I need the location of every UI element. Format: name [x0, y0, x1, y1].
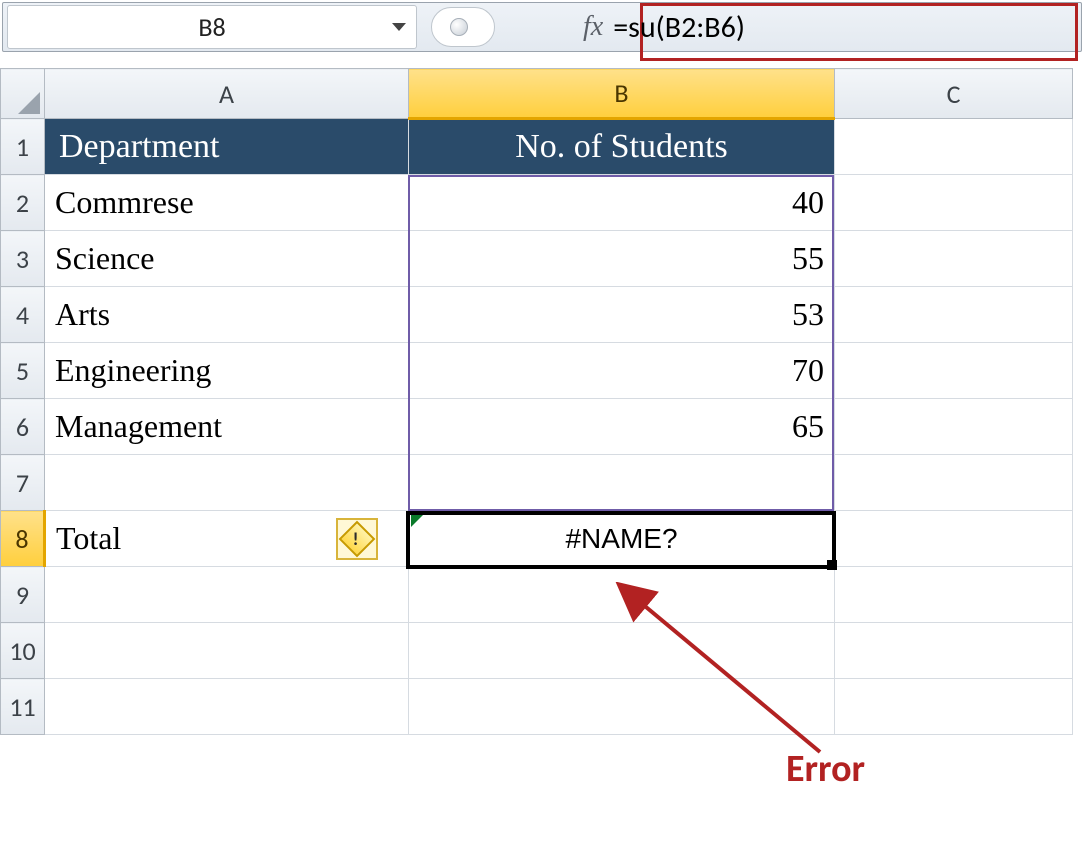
cell-B8[interactable]: #NAME?	[409, 511, 835, 567]
cell-C3[interactable]	[835, 231, 1073, 287]
cell-A1[interactable]: Department	[45, 119, 409, 175]
cell-A7[interactable]	[45, 455, 409, 511]
cell-C8[interactable]	[835, 511, 1073, 567]
cell-C1[interactable]	[835, 119, 1073, 175]
cell-B5[interactable]: 70	[409, 343, 835, 399]
cell-C9[interactable]	[835, 567, 1073, 623]
chevron-down-icon[interactable]	[392, 23, 406, 31]
formula-bar-buttons	[431, 7, 495, 47]
cell-C7[interactable]	[835, 455, 1073, 511]
cell-C2[interactable]	[835, 175, 1073, 231]
cell-A3[interactable]: Science	[45, 231, 409, 287]
row-header-10[interactable]: 10	[1, 623, 45, 679]
cell-C6[interactable]	[835, 399, 1073, 455]
fx-icon[interactable]: fx	[583, 11, 603, 43]
cell-B3[interactable]: 55	[409, 231, 835, 287]
cell-C10[interactable]	[835, 623, 1073, 679]
row-header-2[interactable]: 2	[1, 175, 45, 231]
cell-A2[interactable]: Commrese	[45, 175, 409, 231]
cell-C4[interactable]	[835, 287, 1073, 343]
spreadsheet-grid: A B C 1 Department No. of Students 2 Com…	[0, 68, 1084, 735]
insert-function-icon[interactable]	[450, 18, 468, 36]
cell-A9[interactable]	[45, 567, 409, 623]
cell-B1[interactable]: No. of Students	[409, 119, 835, 175]
cell-C5[interactable]	[835, 343, 1073, 399]
cell-A11[interactable]	[45, 679, 409, 735]
row-header-8[interactable]: 8	[1, 511, 45, 567]
cell-B9[interactable]	[409, 567, 835, 623]
cell-A6[interactable]: Management	[45, 399, 409, 455]
formula-input[interactable]: =su(B2:B6)	[603, 5, 1081, 49]
cell-A5[interactable]: Engineering	[45, 343, 409, 399]
col-header-A[interactable]: A	[45, 69, 409, 119]
row-header-1[interactable]: 1	[1, 119, 45, 175]
row-header-11[interactable]: 11	[1, 679, 45, 735]
cell-B11[interactable]	[409, 679, 835, 735]
cell-A10[interactable]	[45, 623, 409, 679]
cell-B7[interactable]	[409, 455, 835, 511]
cell-A4[interactable]: Arts	[45, 287, 409, 343]
column-header-row: A B C	[1, 69, 1073, 119]
name-box-value: B8	[198, 11, 225, 43]
row-header-7[interactable]: 7	[1, 455, 45, 511]
select-all-corner[interactable]	[1, 69, 45, 119]
formula-text: =su(B2:B6)	[613, 9, 745, 46]
cell-C11[interactable]	[835, 679, 1073, 735]
error-smarttag-icon[interactable]	[336, 518, 378, 560]
row-header-9[interactable]: 9	[1, 567, 45, 623]
cell-B6[interactable]: 65	[409, 399, 835, 455]
error-triangle-icon	[411, 513, 425, 527]
row-header-6[interactable]: 6	[1, 399, 45, 455]
annotation-label: Error	[786, 746, 865, 792]
formula-bar: B8 fx =su(B2:B6)	[2, 2, 1082, 52]
row-header-3[interactable]: 3	[1, 231, 45, 287]
cell-B10[interactable]	[409, 623, 835, 679]
row-header-5[interactable]: 5	[1, 343, 45, 399]
col-header-C[interactable]: C	[835, 69, 1073, 119]
name-box[interactable]: B8	[7, 5, 417, 49]
cell-B8-value: #NAME?	[419, 523, 824, 555]
cell-B2[interactable]: 40	[409, 175, 835, 231]
cell-B4[interactable]: 53	[409, 287, 835, 343]
row-header-4[interactable]: 4	[1, 287, 45, 343]
warning-diamond-icon	[339, 521, 376, 558]
col-header-B[interactable]: B	[409, 69, 835, 119]
grid-table: A B C 1 Department No. of Students 2 Com…	[0, 68, 1073, 735]
